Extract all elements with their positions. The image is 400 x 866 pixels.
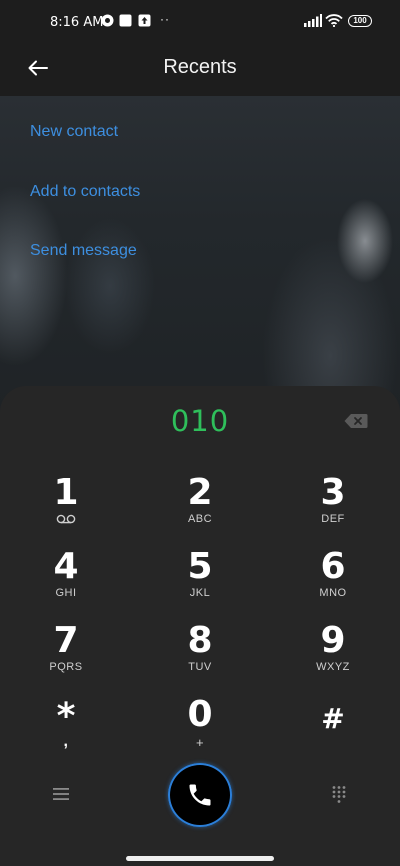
upload-notification-icon [138, 14, 151, 27]
key-letters: GHI [55, 587, 77, 599]
voicemail-icon [56, 514, 76, 524]
keypad-icon[interactable] [331, 785, 347, 805]
key-digit: 7 [53, 620, 79, 661]
key-4[interactable]: 4 GHI [11, 548, 121, 614]
key-9[interactable]: 9 WXYZ [278, 622, 388, 688]
status-time: 8:16 AM [50, 15, 104, 30]
key-digit: 2 [187, 472, 213, 513]
key-5[interactable]: 5 JKL [145, 548, 255, 614]
battery-icon: 100 [348, 15, 372, 27]
key-letters: + [195, 735, 205, 750]
phone-icon [189, 784, 211, 806]
key-digit: * [56, 696, 76, 737]
key-letters: MNO [319, 587, 347, 599]
app-header: Recents [0, 44, 400, 96]
key-7[interactable]: 7 PQRS [11, 622, 121, 688]
key-letters: PQRS [49, 661, 83, 673]
more-notifications-indicator: ·· [160, 12, 170, 26]
key-1[interactable]: 1 [11, 474, 121, 540]
new-contact-link[interactable]: New contact [30, 123, 118, 141]
page-title: Recents [163, 56, 237, 78]
key-letters: DEF [321, 513, 345, 525]
key-digit: # [321, 702, 345, 735]
app-notification-icon [101, 14, 114, 27]
key-letters: ABC [187, 513, 213, 525]
dialed-number: 010 [170, 404, 230, 438]
key-digit: 1 [53, 472, 79, 513]
send-message-link[interactable]: Send message [30, 242, 137, 260]
key-digit: 4 [53, 546, 79, 587]
key-8[interactable]: 8 TUV [145, 622, 255, 688]
key-letters: WXYZ [316, 661, 350, 673]
key-2[interactable]: 2 ABC [145, 474, 255, 540]
status-bar: 8:16 AM ·· 100 [0, 0, 400, 44]
key-digit: 9 [320, 620, 346, 661]
key-letters: , [63, 733, 69, 750]
backspace-icon[interactable] [344, 413, 368, 429]
key-digit: 5 [187, 546, 213, 587]
key-digit: 0 [187, 694, 213, 735]
signal-icon [304, 14, 322, 27]
key-digit: 6 [320, 546, 346, 587]
key-letters: TUV [188, 661, 212, 673]
key-letters: JKL [189, 587, 211, 599]
home-indicator[interactable] [126, 856, 274, 861]
wifi-icon [325, 14, 343, 27]
key-6[interactable]: 6 MNO [278, 548, 388, 614]
dialpad-panel: 010 1 2 ABC 3 DEF 4 GHI 5 JKL 6 MNO 7 PQ… [0, 386, 400, 866]
key-hash[interactable]: # [278, 700, 388, 766]
gallery-notification-icon [119, 14, 132, 27]
key-0[interactable]: 0 + [145, 696, 255, 762]
key-star[interactable]: * , [11, 698, 121, 764]
key-3[interactable]: 3 DEF [278, 474, 388, 540]
menu-icon[interactable] [52, 786, 70, 802]
add-to-contacts-link[interactable]: Add to contacts [30, 183, 140, 201]
blurred-background: New contact Add to contacts Send message [0, 96, 400, 416]
key-digit: 8 [187, 620, 213, 661]
call-button[interactable] [168, 763, 232, 827]
key-digit: 3 [320, 472, 346, 513]
